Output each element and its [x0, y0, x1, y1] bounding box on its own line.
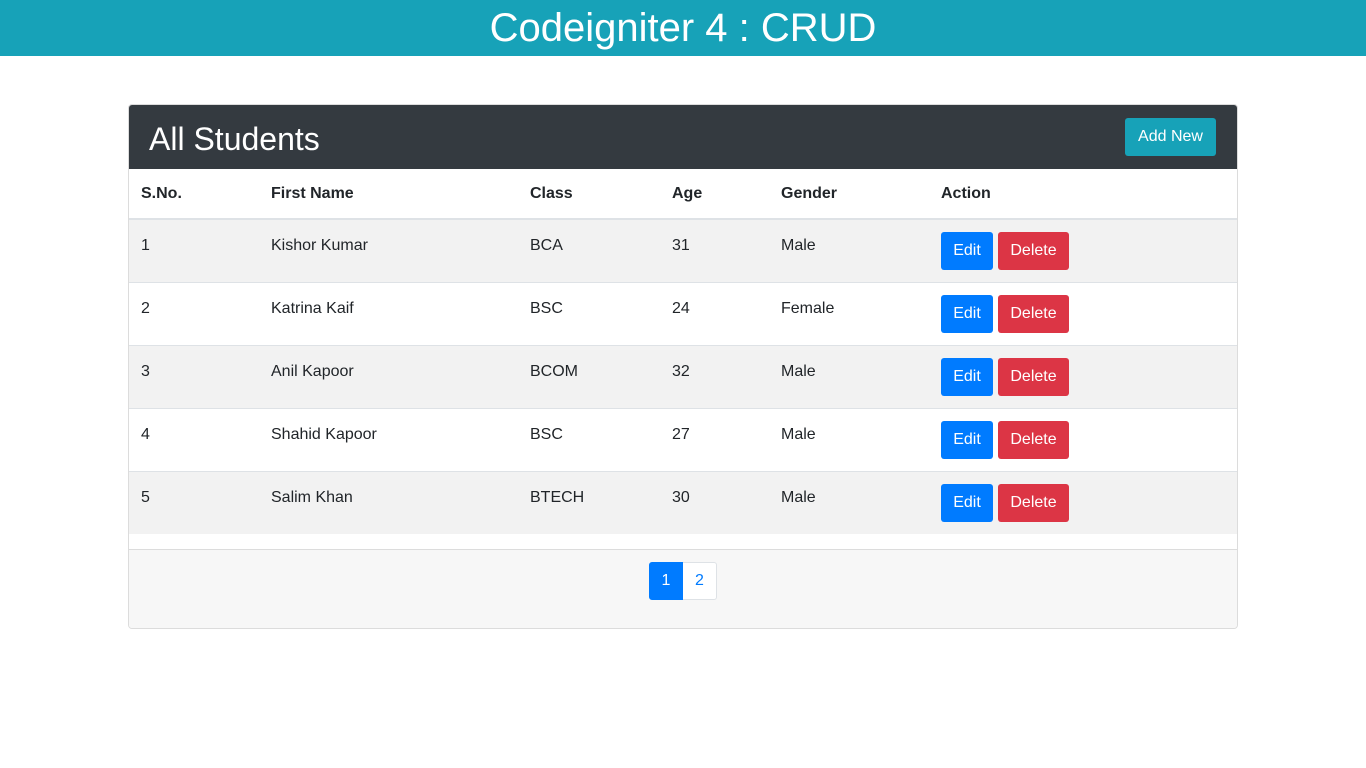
cell-first-name: Salim Khan [259, 470, 518, 534]
table-row: 3 Anil Kapoor BCOM 32 Male Edit Delete [129, 344, 1237, 408]
cell-age: 27 [660, 407, 769, 471]
students-table: S.No. First Name Class Age Gender Action… [129, 169, 1237, 534]
cell-gender: Male [769, 470, 929, 534]
table-row: 5 Salim Khan BTECH 30 Male Edit Delete [129, 470, 1237, 534]
cell-action: Edit Delete [929, 281, 1237, 345]
delete-button[interactable]: Delete [998, 294, 1069, 333]
cell-class: BSC [518, 281, 660, 345]
page-link-1[interactable]: 1 [649, 562, 683, 600]
cell-sno: 3 [129, 344, 259, 408]
column-header-first-name: First Name [259, 169, 518, 220]
cell-sno: 1 [129, 218, 259, 282]
cell-class: BTECH [518, 470, 660, 534]
cell-first-name: Kishor Kumar [259, 218, 518, 282]
edit-button[interactable]: Edit [941, 483, 993, 522]
cell-class: BCA [518, 218, 660, 282]
column-header-class: Class [518, 169, 660, 220]
card-header: All Students Add New [129, 105, 1237, 169]
column-header-action: Action [929, 169, 1237, 220]
column-header-age: Age [660, 169, 769, 220]
cell-age: 31 [660, 218, 769, 282]
table-header-row: S.No. First Name Class Age Gender Action [129, 169, 1237, 220]
edit-button[interactable]: Edit [941, 294, 993, 333]
card-footer: 1 2 [129, 549, 1237, 628]
cell-sno: 2 [129, 281, 259, 345]
cell-age: 32 [660, 344, 769, 408]
table-row: 2 Katrina Kaif BSC 24 Female Edit Delete [129, 281, 1237, 345]
cell-action: Edit Delete [929, 218, 1237, 282]
cell-first-name: Shahid Kapoor [259, 407, 518, 471]
cell-sno: 5 [129, 470, 259, 534]
delete-button[interactable]: Delete [998, 420, 1069, 459]
cell-action: Edit Delete [929, 344, 1237, 408]
cell-first-name: Anil Kapoor [259, 344, 518, 408]
card-title: All Students [149, 120, 320, 157]
cell-class: BCOM [518, 344, 660, 408]
cell-gender: Male [769, 407, 929, 471]
cell-gender: Male [769, 218, 929, 282]
cell-age: 30 [660, 470, 769, 534]
cell-class: BSC [518, 407, 660, 471]
students-card: All Students Add New S.No. First Name Cl… [128, 104, 1238, 629]
top-bar: Codeigniter 4 : CRUD [0, 0, 1366, 56]
cell-sno: 4 [129, 407, 259, 471]
cell-gender: Female [769, 281, 929, 345]
column-header-sno: S.No. [129, 169, 259, 220]
table-row: 1 Kishor Kumar BCA 31 Male Edit Delete [129, 218, 1237, 282]
edit-button[interactable]: Edit [941, 357, 993, 396]
column-header-gender: Gender [769, 169, 929, 220]
edit-button[interactable]: Edit [941, 420, 993, 459]
cell-age: 24 [660, 281, 769, 345]
cell-gender: Male [769, 344, 929, 408]
delete-button[interactable]: Delete [998, 483, 1069, 522]
cell-action: Edit Delete [929, 407, 1237, 471]
edit-button[interactable]: Edit [941, 232, 993, 270]
table-row: 4 Shahid Kapoor BSC 27 Male Edit Delete [129, 407, 1237, 471]
page-title: Codeigniter 4 : CRUD [489, 6, 877, 50]
delete-button[interactable]: Delete [998, 232, 1069, 270]
pagination: 1 2 [649, 562, 717, 600]
cell-first-name: Katrina Kaif [259, 281, 518, 345]
delete-button[interactable]: Delete [998, 357, 1069, 396]
cell-action: Edit Delete [929, 470, 1237, 534]
add-new-button[interactable]: Add New [1125, 118, 1216, 156]
page-link-2[interactable]: 2 [683, 562, 717, 600]
